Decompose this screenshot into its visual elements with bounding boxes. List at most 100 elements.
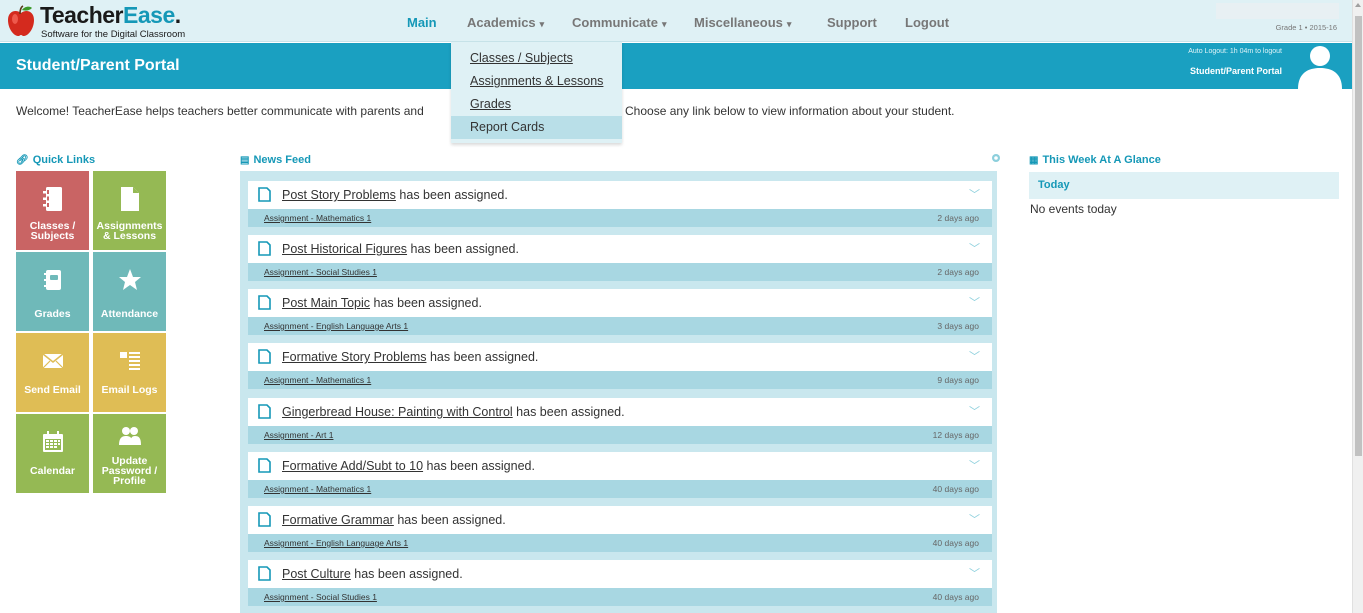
- time-ago: 3 days ago: [937, 321, 979, 331]
- quick-link-send-email[interactable]: Send Email: [16, 333, 89, 412]
- page-scrollbar[interactable]: [1352, 0, 1363, 613]
- feed-item-header: Gingerbread House: Painting with Control…: [248, 398, 992, 426]
- nav-main[interactable]: Main: [407, 15, 437, 30]
- chevron-down-icon[interactable]: ﹀: [969, 348, 980, 364]
- time-ago: 2 days ago: [937, 213, 979, 223]
- assignment-link[interactable]: Formative Grammar: [282, 513, 394, 527]
- news-feed-item: Post Main Topic has been assigned. ﹀ Ass…: [248, 289, 992, 336]
- document-icon: [258, 349, 271, 364]
- star-icon: [93, 268, 166, 292]
- welcome-message: Welcome! TeacherEase helps teachers bett…: [16, 104, 955, 118]
- envelope-icon: [16, 349, 89, 373]
- assignment-link[interactable]: Formative Story Problems: [282, 350, 426, 364]
- news-feed-item: Gingerbread House: Painting with Control…: [248, 398, 992, 445]
- document-icon: [258, 404, 271, 419]
- document-icon: [93, 187, 166, 211]
- assignment-link[interactable]: Post Historical Figures: [282, 242, 407, 256]
- feed-item-meta: Assignment - Mathematics 1 9 days ago: [248, 371, 992, 389]
- news-feed-item: Formative Add/Subt to 10 has been assign…: [248, 452, 992, 499]
- chevron-down-icon[interactable]: ﹀: [969, 403, 980, 419]
- apple-logo-icon: [8, 5, 34, 36]
- feed-item-header: Formative Add/Subt to 10 has been assign…: [248, 452, 992, 480]
- news-feed-item: Post Story Problems has been assigned. ﹀…: [248, 181, 992, 228]
- time-ago: 9 days ago: [937, 375, 979, 385]
- assignment-category-link[interactable]: Assignment - English Language Arts 1: [264, 538, 408, 548]
- assignment-category-link[interactable]: Assignment - Art 1: [264, 430, 333, 440]
- brand-tagline: Software for the Digital Classroom: [41, 29, 186, 40]
- chevron-down-icon[interactable]: ﹀: [969, 565, 980, 581]
- tile-label: Send Email: [24, 384, 81, 396]
- caret-down-icon: ▾: [539, 19, 545, 29]
- time-ago: 40 days ago: [932, 538, 979, 548]
- assignment-category-link[interactable]: Assignment - Social Studies 1: [264, 592, 377, 602]
- welcome-text-start: Welcome! TeacherEase helps teachers bett…: [16, 104, 424, 118]
- feed-item-text: Post Historical Figures has been assigne…: [282, 242, 519, 256]
- feed-item-text: Gingerbread House: Painting with Control…: [282, 405, 625, 419]
- document-icon: [258, 187, 271, 202]
- quick-link-attendance[interactable]: Attendance: [93, 252, 166, 331]
- feed-item-text: Post Story Problems has been assigned.: [282, 188, 508, 202]
- feed-item-meta: Assignment - Mathematics 1 40 days ago: [248, 480, 992, 498]
- quick-link-email-logs[interactable]: Email Logs: [93, 333, 166, 412]
- teacherease-logo[interactable]: TeacherEase. Software for the Digital Cl…: [4, 2, 194, 40]
- academics-dropdown-menu: Classes / Subjects Assignments & Lessons…: [451, 42, 622, 143]
- nav-miscellaneous[interactable]: Miscellaneous ▾: [694, 15, 791, 30]
- quick-link-classes-subjects[interactable]: Classes / Subjects: [16, 171, 89, 250]
- document-icon: [258, 295, 271, 310]
- document-icon: [258, 458, 271, 473]
- assignment-category-link[interactable]: Assignment - Mathematics 1: [264, 213, 371, 223]
- week-at-a-glance-header: ▦ This Week At A Glance: [1029, 154, 1161, 166]
- feed-item-text: Formative Add/Subt to 10 has been assign…: [282, 459, 535, 473]
- gradebook-icon: [16, 268, 89, 292]
- document-icon: [258, 241, 271, 256]
- quick-link-update-password-profile[interactable]: Update Password / Profile: [93, 414, 166, 493]
- chevron-down-icon[interactable]: ﹀: [969, 186, 980, 202]
- scrollbar-thumb[interactable]: [1355, 16, 1362, 456]
- nav-academics[interactable]: Academics ▾: [467, 15, 544, 30]
- quick-link-assignments-lessons[interactable]: Assignments & Lessons: [93, 171, 166, 250]
- news-feed-item: Post Historical Figures has been assigne…: [248, 235, 992, 282]
- assignment-category-link[interactable]: Assignment - Mathematics 1: [264, 484, 371, 494]
- menu-item-report-cards[interactable]: Report Cards: [451, 116, 622, 139]
- menu-item-assignments-lessons[interactable]: Assignments & Lessons: [451, 70, 622, 93]
- feed-item-text: Post Main Topic has been assigned.: [282, 296, 482, 310]
- menu-item-grades[interactable]: Grades: [451, 93, 622, 116]
- time-ago: 2 days ago: [937, 267, 979, 277]
- nav-communicate[interactable]: Communicate ▾: [572, 15, 667, 30]
- no-events-text: No events today: [1030, 202, 1117, 216]
- quick-link-grades[interactable]: Grades: [16, 252, 89, 331]
- portal-header-bar: Student/Parent Portal Auto Logout: 1h 04…: [0, 43, 1352, 89]
- chevron-down-icon[interactable]: ﹀: [969, 294, 980, 310]
- feed-item-header: Formative Grammar has been assigned. ﹀: [248, 506, 992, 534]
- tile-label: Attendance: [100, 308, 159, 320]
- assignment-link[interactable]: Post Main Topic: [282, 296, 370, 310]
- nav-logout[interactable]: Logout: [905, 15, 949, 30]
- news-feed-list: Post Story Problems has been assigned. ﹀…: [240, 171, 997, 613]
- portal-title: Student/Parent Portal: [16, 57, 180, 74]
- gear-icon[interactable]: [991, 153, 1001, 163]
- feed-item-meta: Assignment - Mathematics 1 2 days ago: [248, 209, 992, 227]
- chevron-down-icon[interactable]: ﹀: [969, 457, 980, 473]
- assignment-link[interactable]: Formative Add/Subt to 10: [282, 459, 423, 473]
- assignment-link[interactable]: Post Story Problems: [282, 188, 396, 202]
- quick-link-calendar[interactable]: Calendar: [16, 414, 89, 493]
- feed-item-text: Formative Grammar has been assigned.: [282, 513, 506, 527]
- calendar-icon: [16, 430, 89, 454]
- user-avatar-icon[interactable]: [1288, 43, 1348, 89]
- grade-selector[interactable]: Grade 1 • 2015-16: [1216, 3, 1339, 39]
- assignment-category-link[interactable]: Assignment - English Language Arts 1: [264, 321, 408, 331]
- time-ago: 40 days ago: [932, 592, 979, 602]
- nav-support[interactable]: Support: [827, 15, 877, 30]
- caret-down-icon: ▾: [786, 19, 792, 29]
- assignment-category-link[interactable]: Assignment - Social Studies 1: [264, 267, 377, 277]
- assignment-category-link[interactable]: Assignment - Mathematics 1: [264, 375, 371, 385]
- chevron-down-icon[interactable]: ﹀: [969, 240, 980, 256]
- scroll-up-arrow-icon[interactable]: [1355, 3, 1361, 7]
- notebook-icon: [16, 187, 89, 211]
- chevron-down-icon[interactable]: ﹀: [969, 511, 980, 527]
- portal-role-label: Student/Parent Portal: [1189, 66, 1282, 76]
- assignment-link[interactable]: Gingerbread House: Painting with Control: [282, 405, 513, 419]
- menu-item-classes-subjects[interactable]: Classes / Subjects: [451, 47, 622, 70]
- tile-label: Update Password / Profile: [101, 455, 158, 487]
- assignment-link[interactable]: Post Culture: [282, 567, 351, 581]
